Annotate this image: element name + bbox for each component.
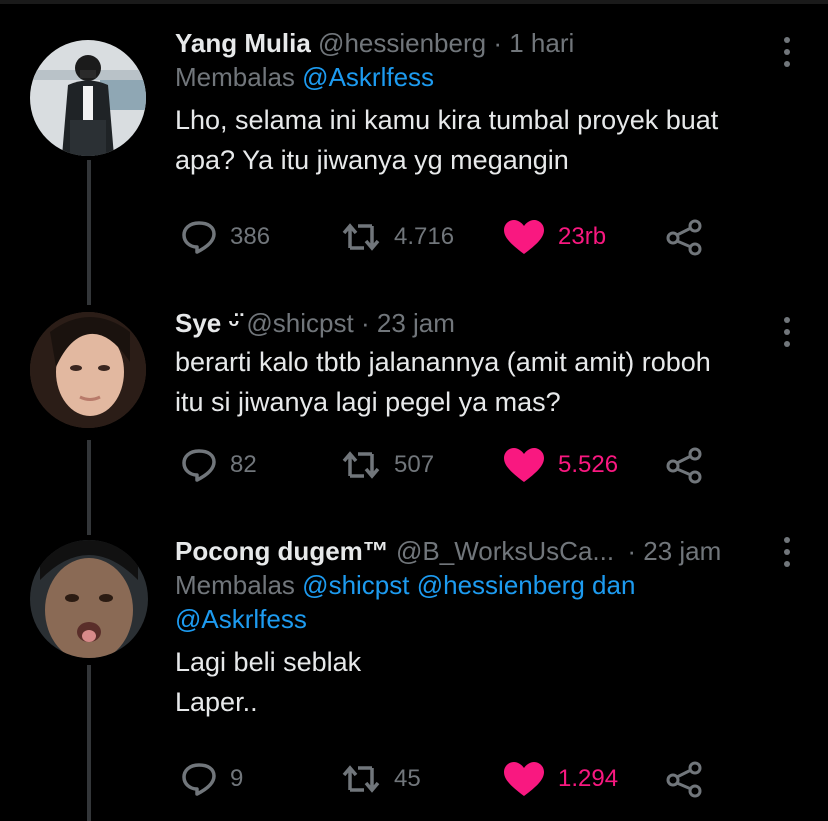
reply-icon: [180, 760, 218, 798]
like-count: 23rb: [558, 223, 607, 250]
handle[interactable]: @shicpst: [246, 308, 353, 338]
heart-icon: [502, 760, 546, 798]
replying-to: Membalas @shicpst @hessienberg dan @Askr…: [175, 568, 738, 636]
tweet-text-line: itu si jiwanya lagi pegel ya mas?: [175, 387, 561, 417]
mention-link[interactable]: @Askrlfess: [302, 62, 434, 92]
share-icon: [665, 760, 705, 798]
tweet-text-line: Laper..: [175, 687, 258, 717]
like-button[interactable]: 5.526: [502, 446, 618, 484]
share-button[interactable]: [665, 446, 705, 484]
timestamp[interactable]: 23 jam: [377, 308, 455, 338]
tweet-text-line: Lagi beli seblak: [175, 647, 362, 677]
like-count: 5.526: [558, 451, 619, 478]
retweet-icon: [340, 446, 382, 484]
tweet-text: Lagi beli seblak Laper..: [175, 642, 738, 722]
tweet-header: Pocong dugem™ @B_WorksUsCa... · 23 jam: [175, 534, 738, 568]
reply-count: 386: [230, 223, 271, 250]
retweet-count: 45: [394, 765, 421, 792]
display-name[interactable]: Pocong dugem™: [175, 536, 389, 566]
handle[interactable]: @hessienberg: [318, 28, 486, 58]
reply-icon: [180, 218, 218, 256]
tweet-text: berarti kalo tbtb jalanannya (amit amit)…: [175, 342, 768, 422]
share-icon: [665, 218, 705, 256]
retweet-button[interactable]: 4.716: [340, 218, 454, 256]
like-button[interactable]: 23rb: [502, 218, 606, 256]
reply-button[interactable]: 9: [180, 760, 243, 798]
tweet-text: Lho, selama ini kamu kira tumbal proyek …: [175, 100, 768, 180]
share-button[interactable]: [665, 218, 705, 256]
avatar[interactable]: [30, 312, 146, 428]
like-count: 1.294: [558, 765, 619, 792]
avatar[interactable]: [30, 540, 148, 658]
replying-joiner: dan: [592, 570, 636, 600]
tweet-actions: 82 507 5.526: [180, 446, 720, 486]
tweet[interactable]: Yang Mulia @hessienberg · 1 hari Membala…: [0, 0, 828, 290]
retweet-count: 4.716: [394, 223, 455, 250]
separator-dot: ·: [627, 536, 636, 566]
tweet[interactable]: Sye ᵕ̈ @shicpst · 23 jam berarti kalo tb…: [0, 290, 828, 530]
separator-dot: ·: [360, 308, 370, 338]
retweet-button[interactable]: 507: [340, 446, 434, 484]
more-options-icon[interactable]: [782, 316, 792, 348]
display-name[interactable]: Yang Mulia: [175, 28, 311, 58]
mention-link[interactable]: @hessienberg: [417, 570, 585, 600]
replying-to: Membalas @Askrlfess: [175, 60, 768, 94]
retweet-count: 507: [394, 451, 435, 478]
display-name[interactable]: Sye ᵕ̈: [175, 308, 239, 338]
tweet-actions: 9 45 1.294: [180, 760, 720, 800]
reply-button[interactable]: 386: [180, 218, 270, 256]
share-icon: [665, 446, 705, 484]
tweet-text-line: apa? Ya itu jiwanya yg megangin: [175, 145, 569, 175]
heart-icon: [502, 446, 546, 484]
timestamp[interactable]: 1 hari: [509, 28, 574, 58]
tweet-header: Sye ᵕ̈ @shicpst · 23 jam: [175, 306, 768, 340]
like-button[interactable]: 1.294: [502, 760, 618, 798]
mention-link[interactable]: @shicpst: [302, 570, 409, 600]
reply-count: 82: [230, 451, 257, 478]
tweet-content: Sye ᵕ̈ @shicpst · 23 jam berarti kalo tb…: [175, 306, 768, 422]
replying-label: Membalas: [175, 62, 295, 92]
timestamp[interactable]: 23 jam: [643, 536, 721, 566]
more-options-icon[interactable]: [782, 36, 792, 68]
heart-icon: [502, 218, 546, 256]
retweet-icon: [340, 218, 382, 256]
reply-count: 9: [230, 765, 244, 792]
more-options-icon[interactable]: [782, 536, 792, 568]
mention-link[interactable]: @Askrlfess: [175, 604, 307, 634]
tweet-header: Yang Mulia @hessienberg · 1 hari: [175, 26, 768, 60]
tweet-content: Pocong dugem™ @B_WorksUsCa... · 23 jam M…: [175, 534, 738, 722]
reply-icon: [180, 446, 218, 484]
replying-label: Membalas: [175, 570, 295, 600]
retweet-button[interactable]: 45: [340, 760, 421, 798]
share-button[interactable]: [665, 760, 705, 798]
handle[interactable]: @B_WorksUsCa...: [396, 536, 614, 566]
tweet-text-line: berarti kalo tbtb jalanannya (amit amit)…: [175, 347, 711, 377]
tweet-content: Yang Mulia @hessienberg · 1 hari Membala…: [175, 26, 768, 180]
tweet-text-line: Lho, selama ini kamu kira tumbal proyek …: [175, 105, 719, 135]
tweet-actions: 386 4.716 23rb: [180, 218, 720, 258]
reply-button[interactable]: 82: [180, 446, 257, 484]
separator-dot: ·: [493, 28, 503, 58]
tweet[interactable]: Pocong dugem™ @B_WorksUsCa... · 23 jam M…: [0, 530, 828, 821]
retweet-icon: [340, 760, 382, 798]
avatar[interactable]: [30, 40, 146, 156]
